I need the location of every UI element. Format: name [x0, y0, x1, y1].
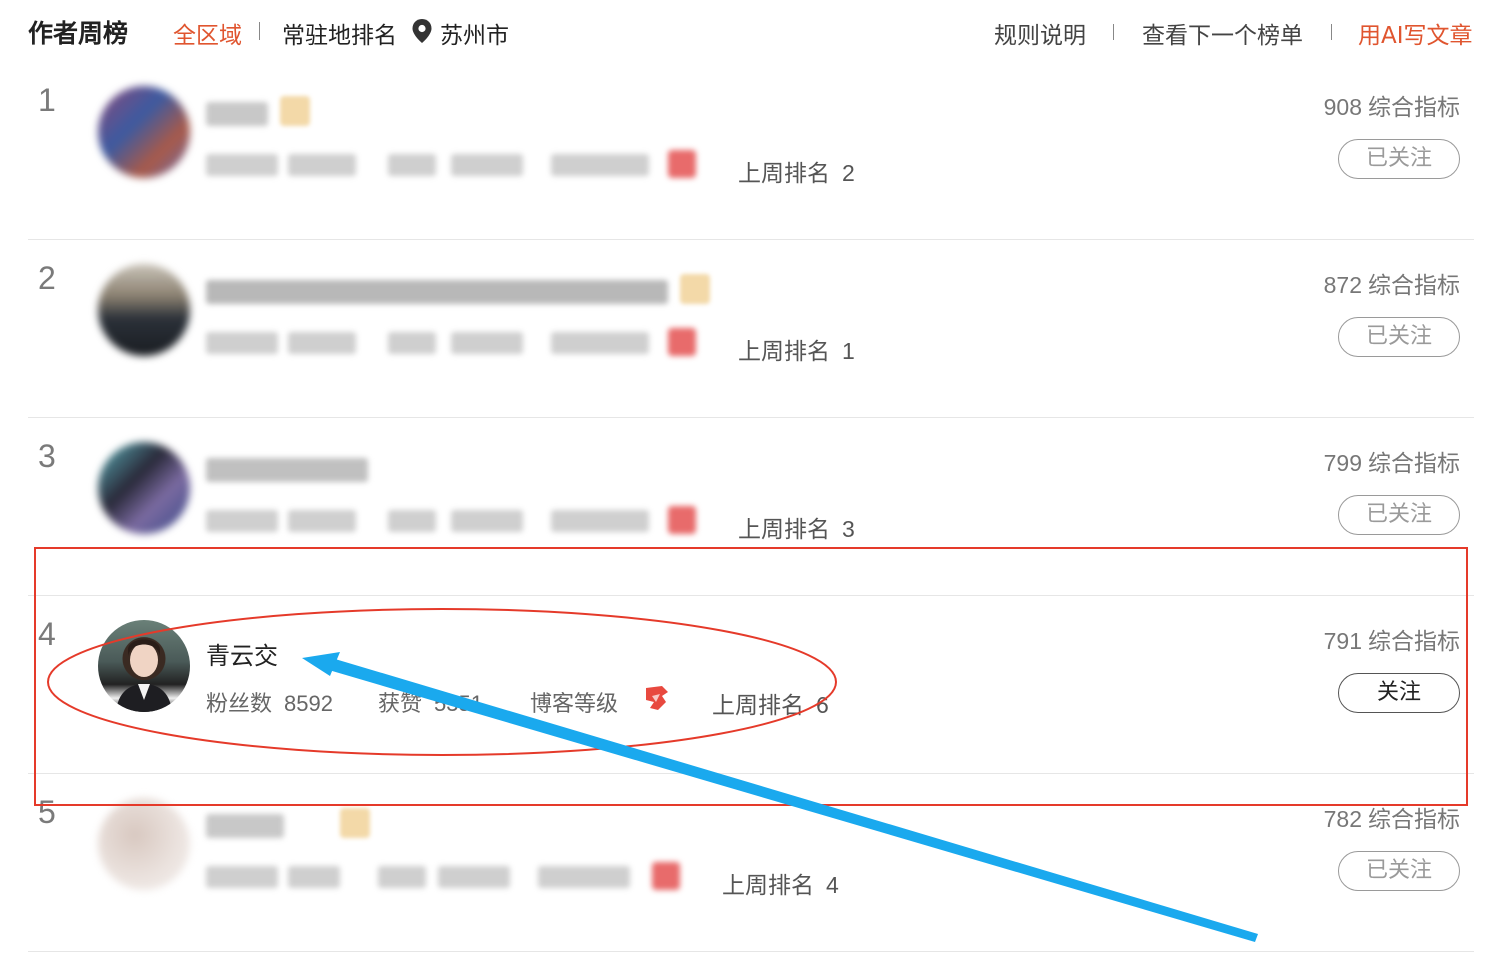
score: 872 综合指标 [1323, 272, 1460, 299]
blurred-level-icon [668, 506, 696, 534]
last-week-rank: 上周排名 6 [712, 692, 829, 719]
blurred-name [206, 458, 368, 482]
avatar[interactable] [98, 264, 190, 356]
avatar[interactable] [98, 620, 190, 712]
last-week-rank: 上周排名 4 [722, 872, 839, 899]
ranking-row: 3 上周排名 3 799 综合指标 已关注 [28, 418, 1474, 596]
ranking-row-highlighted: 4 青云交 粉丝数 8592 获赞 5351 博客等级 上周排名 6 791 综合指标 … [28, 596, 1474, 774]
ranking-row: 1 上周排名 2 908 综合指标 已关注 [28, 62, 1474, 240]
follow-button[interactable]: 已关注 [1338, 317, 1460, 357]
blurred-stats [206, 510, 701, 532]
avatar[interactable] [98, 86, 190, 178]
rank-number: 3 [38, 438, 56, 474]
score: 799 综合指标 [1323, 450, 1460, 477]
follow-button[interactable]: 已关注 [1338, 851, 1460, 891]
next-board-link[interactable]: 查看下一个榜单 [1142, 16, 1303, 50]
last-week-rank: 上周排名 1 [738, 338, 855, 365]
ai-write-link[interactable]: 用AI写文章 [1358, 16, 1473, 50]
location-pin-icon [412, 19, 432, 43]
rank-number: 1 [38, 82, 56, 118]
divider [1113, 24, 1114, 40]
rules-link[interactable]: 规则说明 [994, 16, 1086, 50]
author-name[interactable]: 青云交 [206, 636, 278, 671]
city-label: 苏州市 [440, 23, 509, 49]
follow-button[interactable]: 已关注 [1338, 139, 1460, 179]
blurred-level-icon [652, 862, 680, 890]
likes-count: 获赞 5351 [378, 691, 483, 717]
divider [259, 22, 260, 40]
rank-number: 2 [38, 260, 56, 296]
blurred-name [206, 102, 268, 126]
fans-count: 粉丝数 8592 [206, 691, 333, 717]
score: 908 综合指标 [1323, 94, 1460, 121]
page-title: 作者周榜 [28, 19, 129, 48]
last-week-rank: 上周排名 3 [738, 516, 855, 543]
rank-number: 5 [38, 794, 56, 830]
score: 791 综合指标 [1323, 628, 1460, 655]
avatar-portrait-icon [116, 639, 172, 712]
blurred-badge-icon [680, 274, 710, 304]
rank-number: 4 [38, 616, 56, 652]
blog-level-icon [646, 686, 668, 710]
region-tab[interactable]: 全区域 [173, 16, 242, 50]
ranking-row: 5 上周排名 4 782 综合指标 已关注 [28, 774, 1474, 952]
blurred-badge-icon [340, 808, 370, 838]
top-bar: 作者周榜 全区域 常驻地排名 苏州市 规则说明 查看下一个榜单 用AI写文章 [28, 10, 1474, 54]
blurred-badge-icon [280, 96, 310, 126]
blurred-stats [206, 154, 701, 176]
last-week-rank: 上周排名 2 [738, 160, 855, 187]
divider [1331, 24, 1332, 40]
blog-level-label: 博客等级 [530, 692, 619, 717]
blurred-stats [206, 866, 701, 888]
follow-button[interactable]: 关注 [1338, 673, 1460, 713]
avatar[interactable] [98, 798, 190, 890]
ranking-row: 2 上周排名 1 872 综合指标 已关注 [28, 240, 1474, 418]
follow-button[interactable]: 已关注 [1338, 495, 1460, 535]
blurred-name [206, 814, 284, 838]
score: 782 综合指标 [1323, 806, 1460, 833]
local-rank-tab[interactable]: 常驻地排名 [282, 16, 397, 50]
avatar[interactable] [98, 442, 190, 534]
blurred-level-icon [668, 150, 696, 178]
blurred-name [206, 280, 668, 304]
blurred-stats [206, 332, 701, 354]
blurred-level-icon [668, 328, 696, 356]
